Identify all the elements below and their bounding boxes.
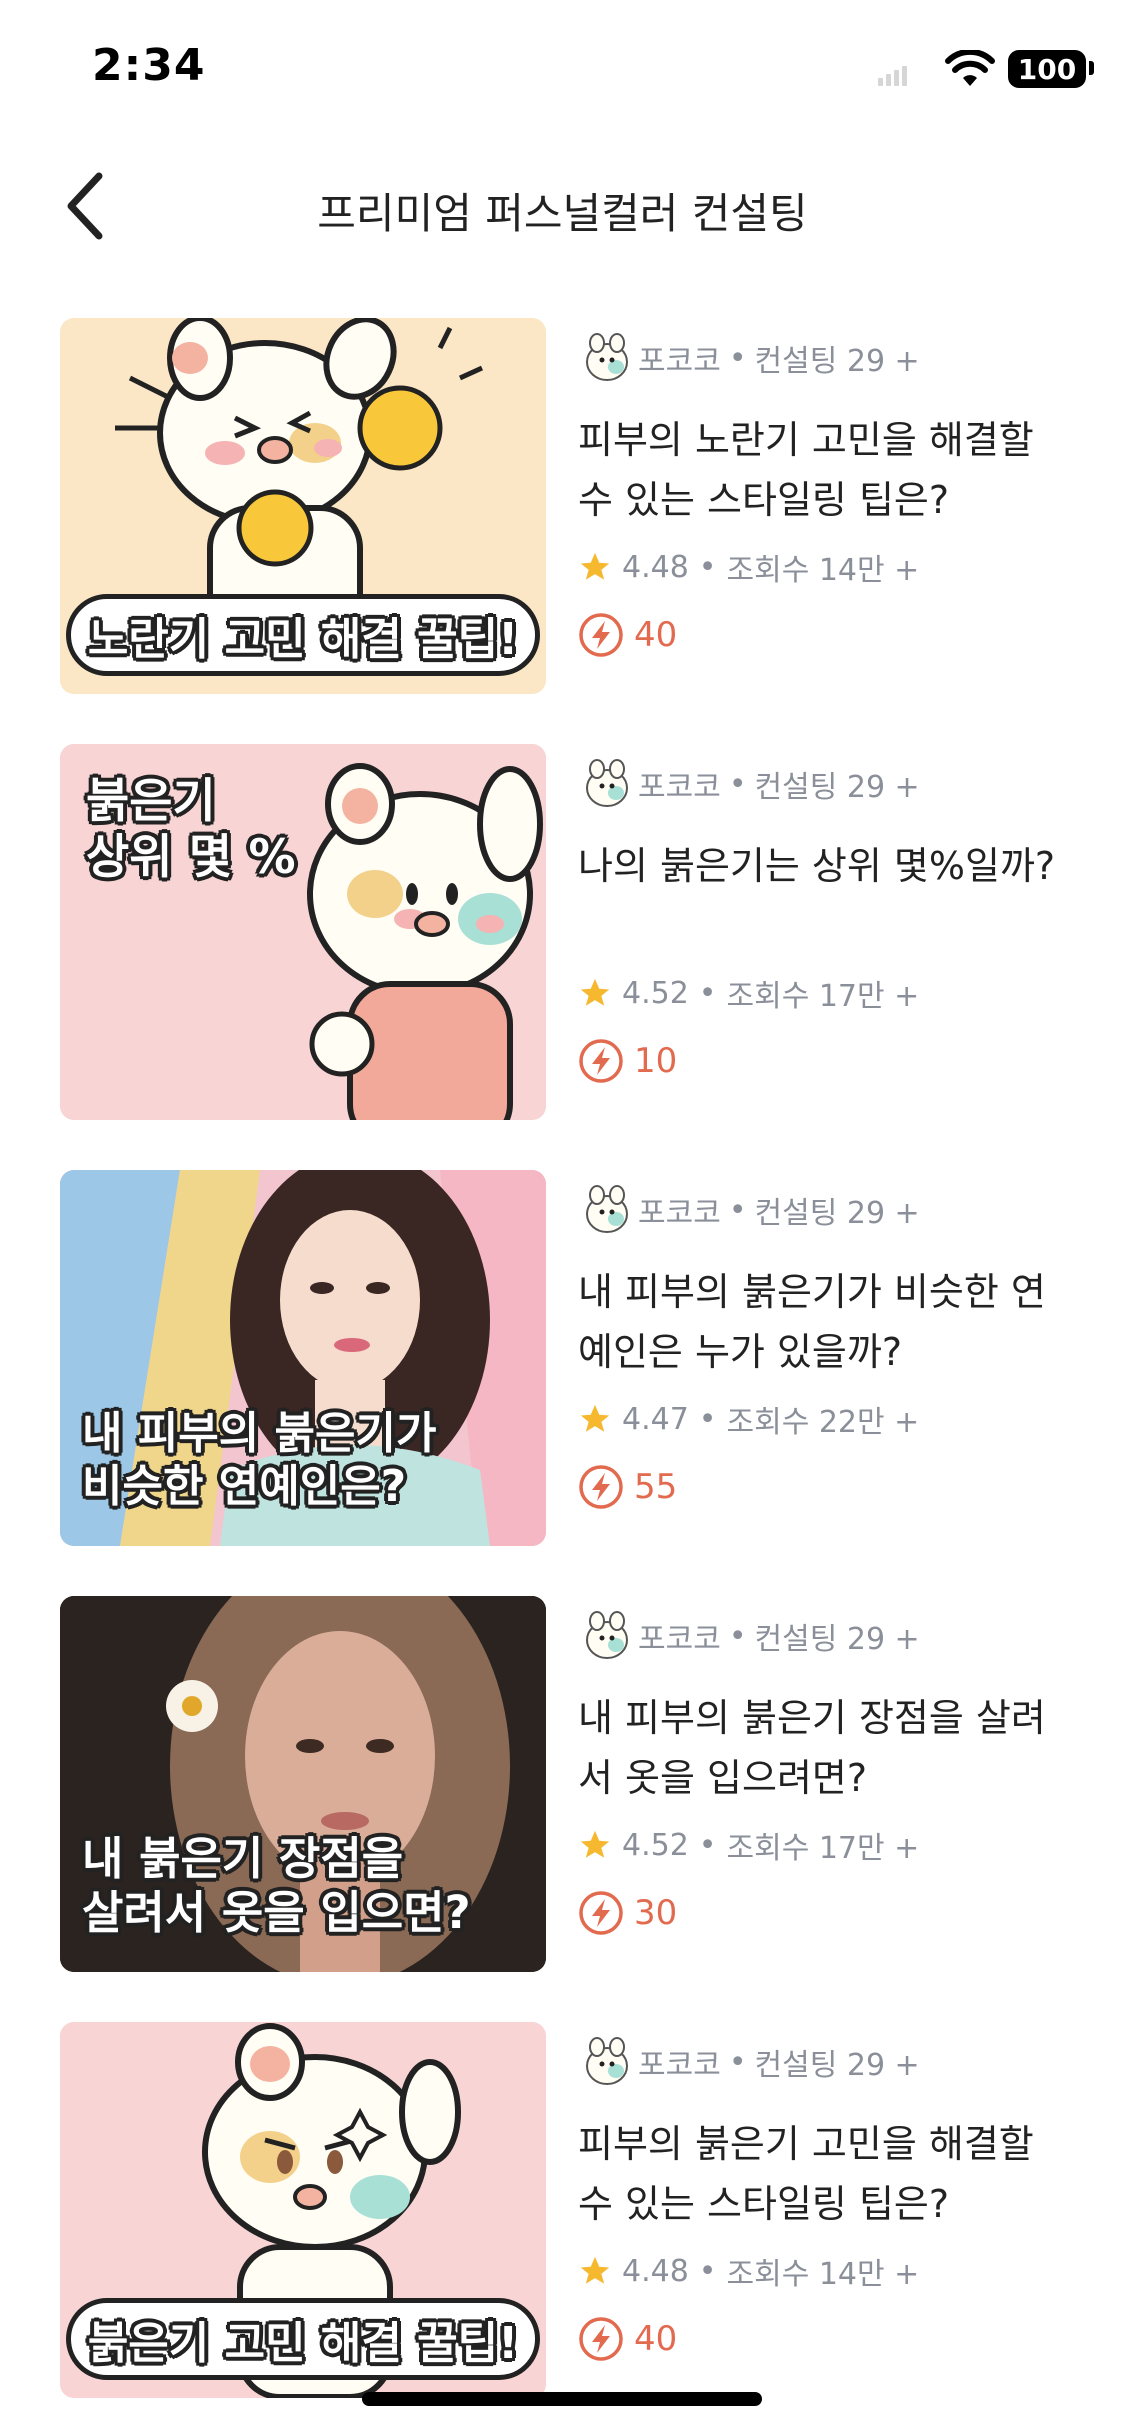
- item-cost: 55: [578, 1462, 1078, 1512]
- item-cost: 40: [578, 610, 1078, 660]
- author-name: 포코코: [638, 1196, 721, 1231]
- item-category: 컨설팅 29 +: [754, 344, 920, 379]
- nav-bar: 프리미엄 퍼스널컬러 컨설팅: [0, 140, 1125, 270]
- item-info: 포코코 • 컨설팅 29 + 피부의 붉은기 고민을 해결할 수 있는 스타일링…: [578, 2032, 1078, 2364]
- item-info: 포코코 • 컨설팅 29 + 내 피부의 붉은기가 비슷한 연예인은 누가 있을…: [578, 1180, 1078, 1512]
- item-thumbnail[interactable]: 내 피부의 붉은기가 비슷한 연예인은?: [60, 1170, 546, 1546]
- item-views: 조회수 14만 +: [726, 2257, 920, 2292]
- cost-value: 40: [634, 615, 678, 655]
- star-icon: [580, 1404, 610, 1432]
- item-cost: 30: [578, 1888, 1078, 1938]
- item-meta: 포코코 • 컨설팅 29 +: [578, 328, 1078, 388]
- list-item[interactable]: 붉은기 고민 해결 꿀팁! 포코코 • 컨설팅 29 + 피부의 붉은기 고민을…: [0, 2022, 1125, 2436]
- item-title[interactable]: 내 피부의 붉은기가 비슷한 연예인은 누가 있을까?: [578, 1262, 1078, 1382]
- item-stats: 4.52 • 조회수 17만 +: [578, 1820, 1078, 1870]
- home-indicator[interactable]: [362, 2392, 762, 2406]
- item-views: 조회수 22만 +: [726, 1405, 920, 1440]
- status-bar: 2:34 100: [0, 0, 1125, 140]
- thumbnail-caption: 노란기 고민 해결 꿀팁!: [87, 614, 519, 665]
- author-avatar: [586, 1185, 628, 1233]
- item-category: 컨설팅 29 +: [754, 1196, 920, 1231]
- item-views: 조회수 17만 +: [726, 1831, 920, 1866]
- page-title: 프리미엄 퍼스널컬러 컨설팅: [317, 189, 808, 238]
- item-title[interactable]: 피부의 노란기 고민을 해결할 수 있는 스타일링 팁은?: [578, 410, 1078, 530]
- bolt-icon: [579, 1465, 623, 1509]
- item-info: 포코코 • 컨설팅 29 + 나의 붉은기는 상위 몇%일까? 4.52 • 조…: [578, 754, 1078, 1086]
- item-title[interactable]: 피부의 붉은기 고민을 해결할 수 있는 스타일링 팁은?: [578, 2114, 1078, 2234]
- item-thumbnail[interactable]: 노란기 고민 해결 꿀팁!: [60, 318, 546, 694]
- cost-value: 55: [634, 1467, 678, 1507]
- list-item[interactable]: 내 붉은기 장점을 살려서 옷을 입으면? 포코코 • 컨설팅 29 + 내 피…: [0, 1596, 1125, 2022]
- thumbnail-caption-pill: 붉은기 고민 해결 꿀팁!: [66, 2298, 540, 2380]
- item-title[interactable]: 내 피부의 붉은기 장점을 살려서 옷을 입으려면?: [578, 1688, 1078, 1808]
- author-name: 포코코: [638, 770, 721, 805]
- item-views: 조회수 17만 +: [726, 979, 920, 1014]
- cost-value: 10: [634, 1041, 678, 1081]
- item-rating: 4.48: [622, 549, 689, 585]
- item-rating: 4.52: [622, 1827, 689, 1863]
- item-stats: 4.47 • 조회수 22만 +: [578, 1394, 1078, 1444]
- bolt-icon: [579, 2317, 623, 2361]
- star-icon: [580, 1830, 610, 1858]
- item-stats: 4.48 • 조회수 14만 +: [578, 542, 1078, 592]
- author-avatar: [586, 333, 628, 381]
- item-thumbnail[interactable]: 붉은기 고민 해결 꿀팁!: [60, 2022, 546, 2398]
- item-rating: 4.47: [622, 1401, 689, 1437]
- author-name: 포코코: [638, 2048, 721, 2083]
- battery-tip: [1089, 61, 1094, 75]
- battery-icon: 100: [1008, 50, 1086, 88]
- author-avatar: [586, 2037, 628, 2085]
- author-avatar: [586, 1611, 628, 1659]
- author-avatar: [586, 759, 628, 807]
- thumbnail-caption: 내 붉은기 장점을 살려서 옷을 입으면?: [82, 1832, 471, 1939]
- star-icon: [580, 2256, 610, 2284]
- item-views: 조회수 14만 +: [726, 553, 920, 588]
- author-name: 포코코: [638, 1622, 721, 1657]
- item-meta: 포코코 • 컨설팅 29 +: [578, 1180, 1078, 1240]
- author-name: 포코코: [638, 344, 721, 379]
- bolt-icon: [579, 1891, 623, 1935]
- item-meta: 포코코 • 컨설팅 29 +: [578, 1606, 1078, 1666]
- item-meta: 포코코 • 컨설팅 29 +: [578, 2032, 1078, 2092]
- item-rating: 4.52: [622, 975, 689, 1011]
- item-stats: 4.52 • 조회수 17만 +: [578, 968, 1078, 1018]
- thumbnail-caption: 붉은기 고민 해결 꿀팁!: [87, 2318, 519, 2369]
- thumbnail-caption: 내 피부의 붉은기가 비슷한 연예인은?: [82, 1408, 437, 1512]
- item-stats: 4.48 • 조회수 14만 +: [578, 2246, 1078, 2296]
- item-rating: 4.48: [622, 2253, 689, 2289]
- star-icon: [580, 978, 610, 1006]
- thumbnail-caption: 붉은기 상위 몇 %: [86, 774, 296, 886]
- item-category: 컨설팅 29 +: [754, 1622, 920, 1657]
- cost-value: 30: [634, 1893, 678, 1933]
- list-item[interactable]: 붉은기 상위 몇 % 포코코 • 컨설팅 29 + 나의 붉은기는 상위 몇%일…: [0, 744, 1125, 1170]
- item-thumbnail[interactable]: 내 붉은기 장점을 살려서 옷을 입으면?: [60, 1596, 546, 1972]
- item-thumbnail[interactable]: 붉은기 상위 몇 %: [60, 744, 546, 1120]
- cost-value: 40: [634, 2319, 678, 2359]
- star-icon: [580, 552, 610, 580]
- item-cost: 40: [578, 2314, 1078, 2364]
- list-item[interactable]: 노란기 고민 해결 꿀팁! 포코코 • 컨설팅 29 + 피부의 노란기 고민을…: [0, 318, 1125, 744]
- status-time: 2:34: [92, 40, 206, 91]
- item-meta: 포코코 • 컨설팅 29 +: [578, 754, 1078, 814]
- item-title[interactable]: 나의 붉은기는 상위 몇%일까?: [578, 836, 1078, 956]
- wifi-icon: [945, 50, 995, 86]
- list-item[interactable]: 내 피부의 붉은기가 비슷한 연예인은? 포코코 • 컨설팅 29 + 내 피부…: [0, 1170, 1125, 1596]
- item-info: 포코코 • 컨설팅 29 + 내 피부의 붉은기 장점을 살려서 옷을 입으려면…: [578, 1606, 1078, 1938]
- consulting-list: 노란기 고민 해결 꿀팁! 포코코 • 컨설팅 29 + 피부의 노란기 고민을…: [0, 318, 1125, 2436]
- bolt-icon: [579, 613, 623, 657]
- item-category: 컨설팅 29 +: [754, 770, 920, 805]
- thumbnail-caption-pill: 노란기 고민 해결 꿀팁!: [66, 594, 540, 676]
- bolt-icon: [579, 1039, 623, 1083]
- item-info: 포코코 • 컨설팅 29 + 피부의 노란기 고민을 해결할 수 있는 스타일링…: [578, 328, 1078, 660]
- item-cost: 10: [578, 1036, 1078, 1086]
- item-category: 컨설팅 29 +: [754, 2048, 920, 2083]
- cellular-signal-icon: [878, 66, 908, 86]
